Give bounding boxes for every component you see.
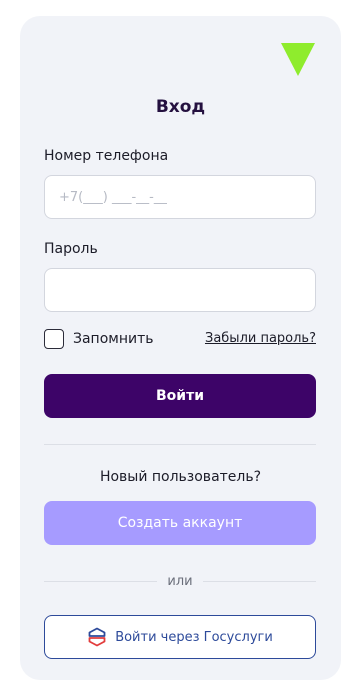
- password-label: Пароль: [44, 241, 98, 257]
- divider: [44, 444, 316, 445]
- or-text: или: [167, 573, 193, 589]
- phone-label: Номер телефона: [44, 148, 169, 164]
- password-input[interactable]: [44, 268, 316, 312]
- or-separator: или: [44, 573, 316, 589]
- login-button[interactable]: Войти: [44, 374, 316, 418]
- create-account-button[interactable]: Создать аккаунт: [44, 501, 316, 545]
- remember-checkbox[interactable]: [44, 329, 64, 349]
- remember-label: Запомнить: [73, 331, 154, 347]
- or-line-left: [44, 580, 158, 582]
- new-user-text: Новый пользователь?: [99, 469, 262, 485]
- gosuslugi-button-label: Войти через Госуслуги: [115, 629, 273, 645]
- or-line-right: [202, 580, 316, 582]
- logo-triangle-icon: [281, 43, 315, 76]
- gosuslugi-login-button[interactable]: Войти через Госуслуги: [44, 615, 316, 659]
- login-card: Вход Номер телефона Пароль Запомнить Заб…: [20, 16, 341, 680]
- forgot-password-link[interactable]: Забыли пароль?: [205, 331, 316, 346]
- gosuslugi-logo-icon: [88, 627, 106, 647]
- phone-input[interactable]: [44, 175, 316, 219]
- remember-checkbox-row[interactable]: Запомнить: [44, 329, 154, 349]
- page-title: Вход: [155, 97, 206, 117]
